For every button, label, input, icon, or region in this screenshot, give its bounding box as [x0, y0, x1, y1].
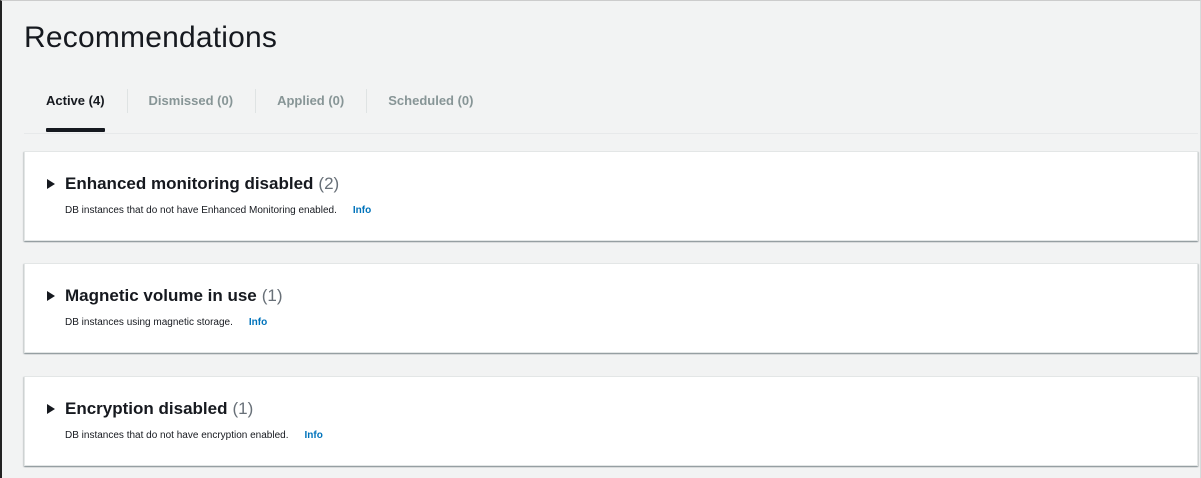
- info-link[interactable]: Info: [249, 317, 267, 328]
- tab-dismissed[interactable]: Dismissed (0): [126, 83, 256, 133]
- tab-active[interactable]: Active (4): [24, 83, 127, 133]
- card-expand-toggle[interactable]: Enhanced monitoring disabled (2): [47, 174, 339, 194]
- card-expand-toggle[interactable]: Magnetic volume in use (1): [47, 286, 283, 306]
- app-frame: Recommendations Active (4) Dismissed (0)…: [0, 0, 1201, 478]
- tabs-divider: [24, 133, 1198, 134]
- card-description-row: DB instances that do not have Enhanced M…: [65, 205, 371, 216]
- recommendation-card-encryption: Encryption disabled (1) DB instances tha…: [24, 376, 1198, 466]
- card-description: DB instances that do not have encryption…: [65, 430, 289, 441]
- card-description-row: DB instances that do not have encryption…: [65, 430, 323, 441]
- tab-scheduled[interactable]: Scheduled (0): [366, 83, 495, 133]
- recommendation-card-magnetic-volume: Magnetic volume in use (1) DB instances …: [24, 263, 1198, 353]
- caret-right-icon: [47, 179, 55, 189]
- card-count: (1): [232, 399, 254, 418]
- card-title: Encryption disabled: [65, 399, 228, 418]
- info-link[interactable]: Info: [304, 430, 322, 441]
- recommendation-card-enhanced-monitoring: Enhanced monitoring disabled (2) DB inst…: [24, 151, 1198, 241]
- card-count: (2): [318, 174, 340, 193]
- caret-right-icon: [47, 404, 55, 414]
- tab-bar: Active (4) Dismissed (0) Applied (0) Sch…: [24, 83, 496, 133]
- page-title: Recommendations: [24, 21, 278, 54]
- card-description: DB instances that do not have Enhanced M…: [65, 205, 337, 216]
- card-count: (1): [261, 286, 283, 305]
- card-description-row: DB instances using magnetic storage. Inf…: [65, 317, 267, 328]
- card-title: Enhanced monitoring disabled: [65, 174, 314, 193]
- card-description: DB instances using magnetic storage.: [65, 317, 233, 328]
- card-expand-toggle[interactable]: Encryption disabled (1): [47, 399, 253, 419]
- card-title: Magnetic volume in use: [65, 286, 257, 305]
- caret-right-icon: [47, 291, 55, 301]
- tab-applied[interactable]: Applied (0): [255, 83, 366, 133]
- info-link[interactable]: Info: [353, 205, 371, 216]
